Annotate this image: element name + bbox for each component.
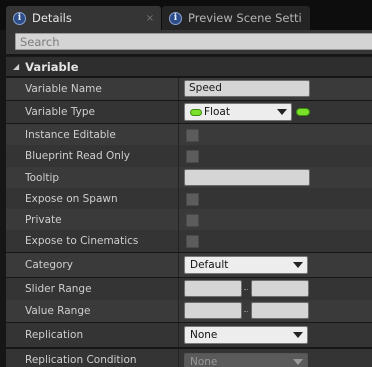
property-label: Tooltip [25,172,60,184]
slider-range-max-input[interactable] [251,280,309,297]
details-panel: { "tabs":[ {"label":"Details","close":"×… [0,0,372,367]
category-label: Variable [25,59,79,74]
column-divider[interactable] [178,145,179,167]
row-instance-editable: Instance Editable [6,124,372,146]
private-checkbox[interactable] [186,214,199,227]
property-label: Value Range [25,305,91,317]
row-slider-range: Slider Range [6,278,372,300]
row-blueprint-read-only: Blueprint Read Only [6,145,372,167]
row-value-range: Value Range [6,300,372,322]
blueprint-read-only-checkbox[interactable] [186,150,199,163]
property-label: Instance Editable [25,129,116,141]
row-tooltip: Tooltip [6,167,372,189]
row-replication-condition: Replication Condition None [6,349,372,367]
column-divider[interactable] [178,230,179,252]
property-label: Private [25,214,62,226]
tab-label: Preview Scene Setti [188,11,302,25]
float-pin-icon [190,108,202,116]
chevron-down-icon [293,332,303,338]
row-category: Category Default [6,253,372,277]
replication-value: None [190,329,218,341]
tab-label: Details [32,11,72,25]
search-bar: Search [6,30,372,54]
property-label: Blueprint Read Only [25,150,131,162]
value-range-max-input[interactable] [251,302,309,319]
slider-range-min-input[interactable] [184,280,242,297]
category-value: Default [190,259,229,271]
info-icon: i [13,11,26,25]
category-variable[interactable]: ◢ Variable [6,56,372,76]
container-type-pin-icon[interactable] [296,108,310,116]
property-label: Replication [25,329,84,341]
tab-preview-scene-settings[interactable]: i Preview Scene Setti [162,6,310,30]
variable-type-value: Float [204,106,230,118]
tab-details[interactable]: i Details × [6,6,161,30]
search-input[interactable]: Search [15,33,372,50]
close-icon[interactable]: × [143,13,157,24]
range-separator [244,309,248,312]
column-divider[interactable] [178,78,179,100]
expose-on-spawn-checkbox[interactable] [186,193,199,206]
property-label: Replication Condition [25,354,137,366]
property-label: Variable Name [25,83,102,95]
column-divider[interactable] [178,253,179,277]
column-divider[interactable] [178,209,179,231]
column-divider[interactable] [178,124,179,146]
info-icon: i [169,11,182,25]
instance-editable-checkbox[interactable] [186,129,199,142]
row-variable-type: Variable Type Float [6,101,372,123]
category-dropdown[interactable]: Default [184,256,308,274]
property-label: Slider Range [25,283,92,295]
property-label: Expose on Spawn [25,193,118,205]
range-separator [244,287,248,290]
row-replication: Replication None [6,323,372,347]
property-label: Category [25,259,73,271]
row-expose-on-spawn: Expose on Spawn [6,188,372,210]
replication-dropdown[interactable]: None [184,326,308,344]
variable-type-dropdown[interactable]: Float [184,103,292,121]
variable-name-input[interactable]: Speed [184,80,310,97]
chevron-down-icon [293,359,303,365]
replication-condition-value: None [190,356,218,367]
column-divider[interactable] [178,349,179,367]
column-divider[interactable] [178,101,179,123]
tab-bar: i Details × i Preview Scene Setti [0,0,372,30]
expose-to-cinematics-checkbox[interactable] [186,235,199,248]
chevron-down-icon [293,262,303,268]
row-expose-to-cinematics: Expose to Cinematics [6,230,372,252]
value-range-min-input[interactable] [184,302,242,319]
column-divider[interactable] [178,323,179,347]
property-label: Expose to Cinematics [25,235,139,247]
expand-arrow-icon[interactable]: ◢ [13,62,19,71]
column-divider[interactable] [178,188,179,210]
row-private: Private [6,209,372,231]
tooltip-input[interactable] [184,169,310,186]
column-divider[interactable] [178,167,179,189]
chevron-down-icon [277,109,287,115]
column-divider[interactable] [178,300,179,322]
replication-condition-dropdown[interactable]: None [184,353,308,367]
column-divider[interactable] [178,278,179,300]
property-label: Variable Type [25,106,95,118]
row-variable-name: Variable Name Speed [6,78,372,100]
